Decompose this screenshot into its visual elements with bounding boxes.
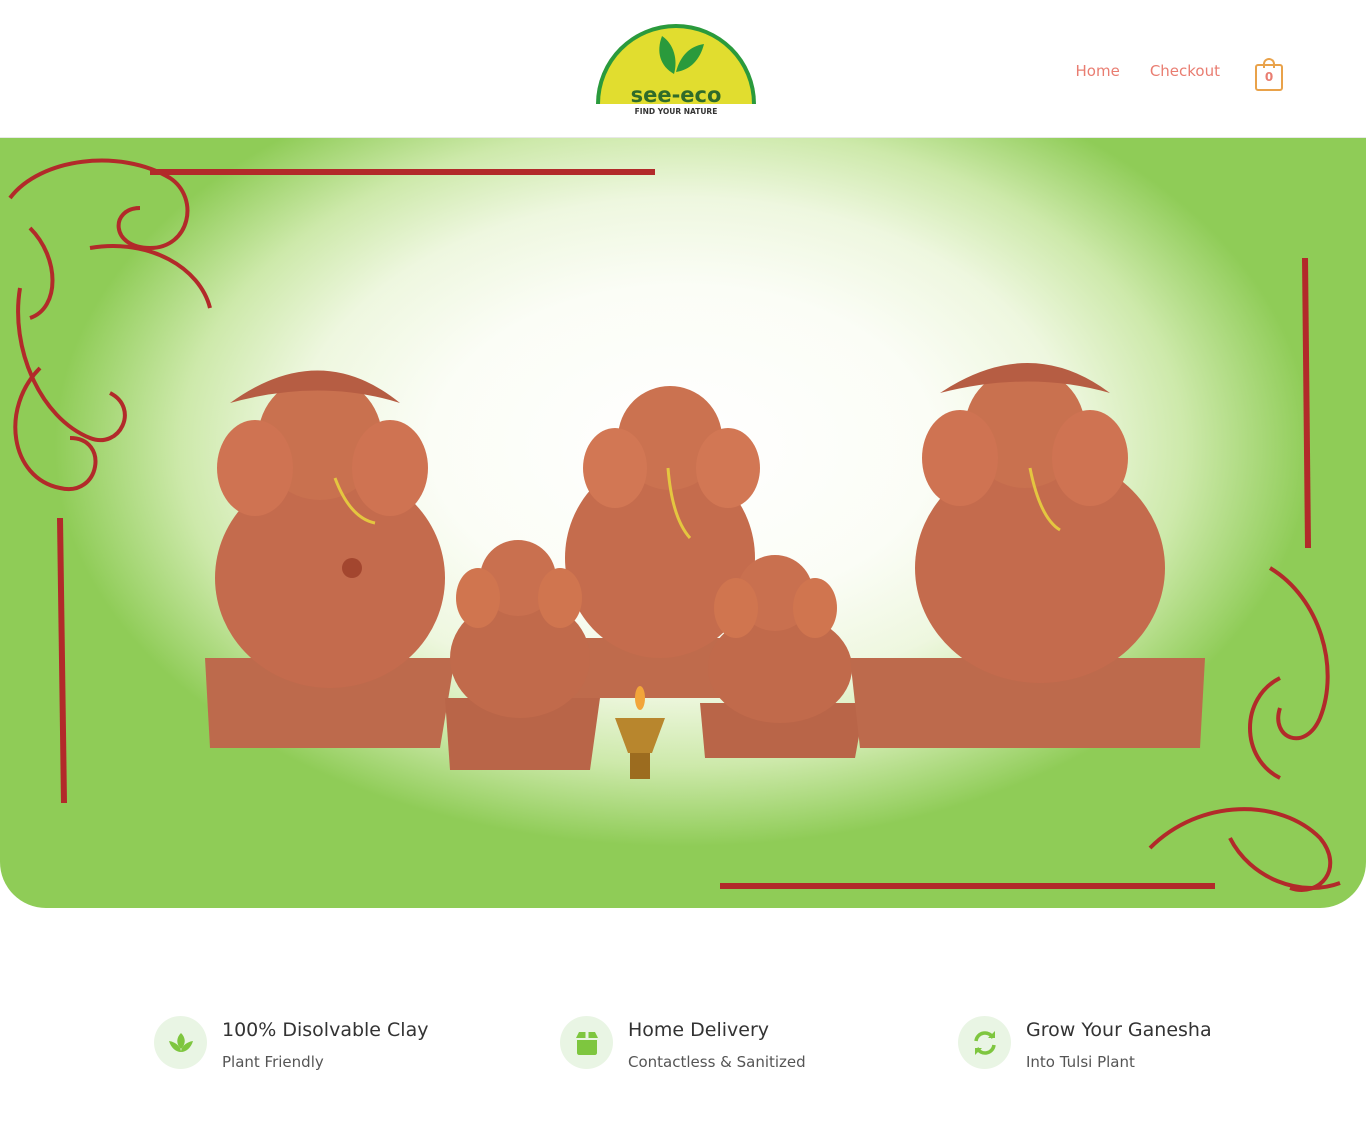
feature-title: Home Delivery [628, 1019, 770, 1041]
ganesha-idol-left [205, 370, 455, 748]
ganesha-idol-right [850, 363, 1205, 748]
feature-title: Grow Your Ganesha [1026, 1019, 1212, 1041]
feature-subtitle: Contactless & Sanitized [628, 1053, 806, 1071]
see-eco-logo: see-eco FIND YOUR NATURE [596, 24, 756, 116]
ganesha-idol-small-right [700, 555, 865, 758]
site-logo[interactable]: see-eco FIND YOUR NATURE [594, 22, 758, 118]
cart-count: 0 [1264, 70, 1274, 84]
site-header: see-eco FIND YOUR NATURE Home Checkout 0 [0, 0, 1366, 138]
feature-title: 100% Disolvable Clay [222, 1019, 429, 1041]
refresh-icon [974, 1031, 996, 1055]
logo-tagline: FIND YOUR NATURE [635, 107, 718, 116]
feature-subtitle: Into Tulsi Plant [1026, 1053, 1135, 1071]
diya-lamp [615, 686, 665, 779]
box-icon [576, 1032, 598, 1055]
features-row: 100% Disolvable Clay Plant Friendly Home… [0, 1015, 1366, 1085]
nav-checkout-link[interactable]: Checkout [1150, 62, 1220, 80]
feature-subtitle: Plant Friendly [222, 1053, 324, 1071]
main-navigation: Home Checkout 0 [1076, 58, 1283, 91]
logo-wordmark: see-eco [631, 83, 722, 107]
hero-banner [0, 138, 1366, 908]
nav-home-link[interactable]: Home [1076, 62, 1120, 80]
hero-image [8, 158, 1341, 892]
leaf-icon [169, 1033, 193, 1052]
cart-button[interactable]: 0 [1255, 58, 1283, 91]
